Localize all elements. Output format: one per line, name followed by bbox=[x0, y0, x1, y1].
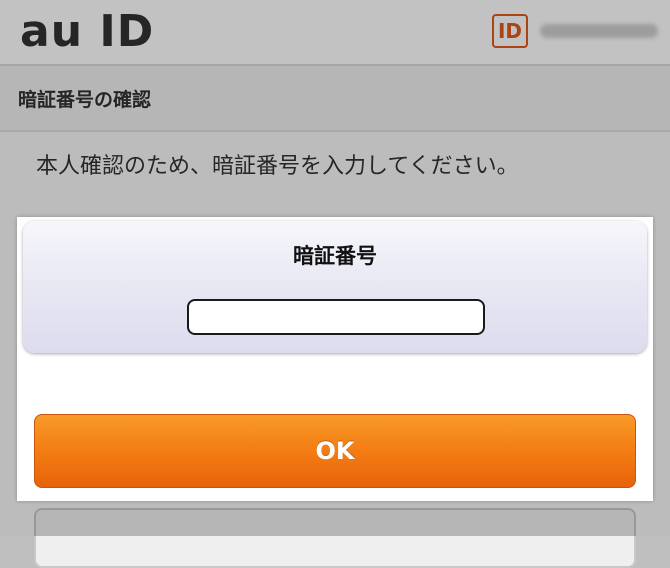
pin-dialog: 暗証番号 OK bbox=[17, 217, 653, 501]
pin-dialog-title: 暗証番号 bbox=[293, 244, 377, 268]
pin-prompt-panel: 暗証番号 bbox=[23, 221, 647, 353]
pin-input[interactable] bbox=[187, 299, 485, 335]
ok-button[interactable]: OK bbox=[34, 414, 636, 488]
